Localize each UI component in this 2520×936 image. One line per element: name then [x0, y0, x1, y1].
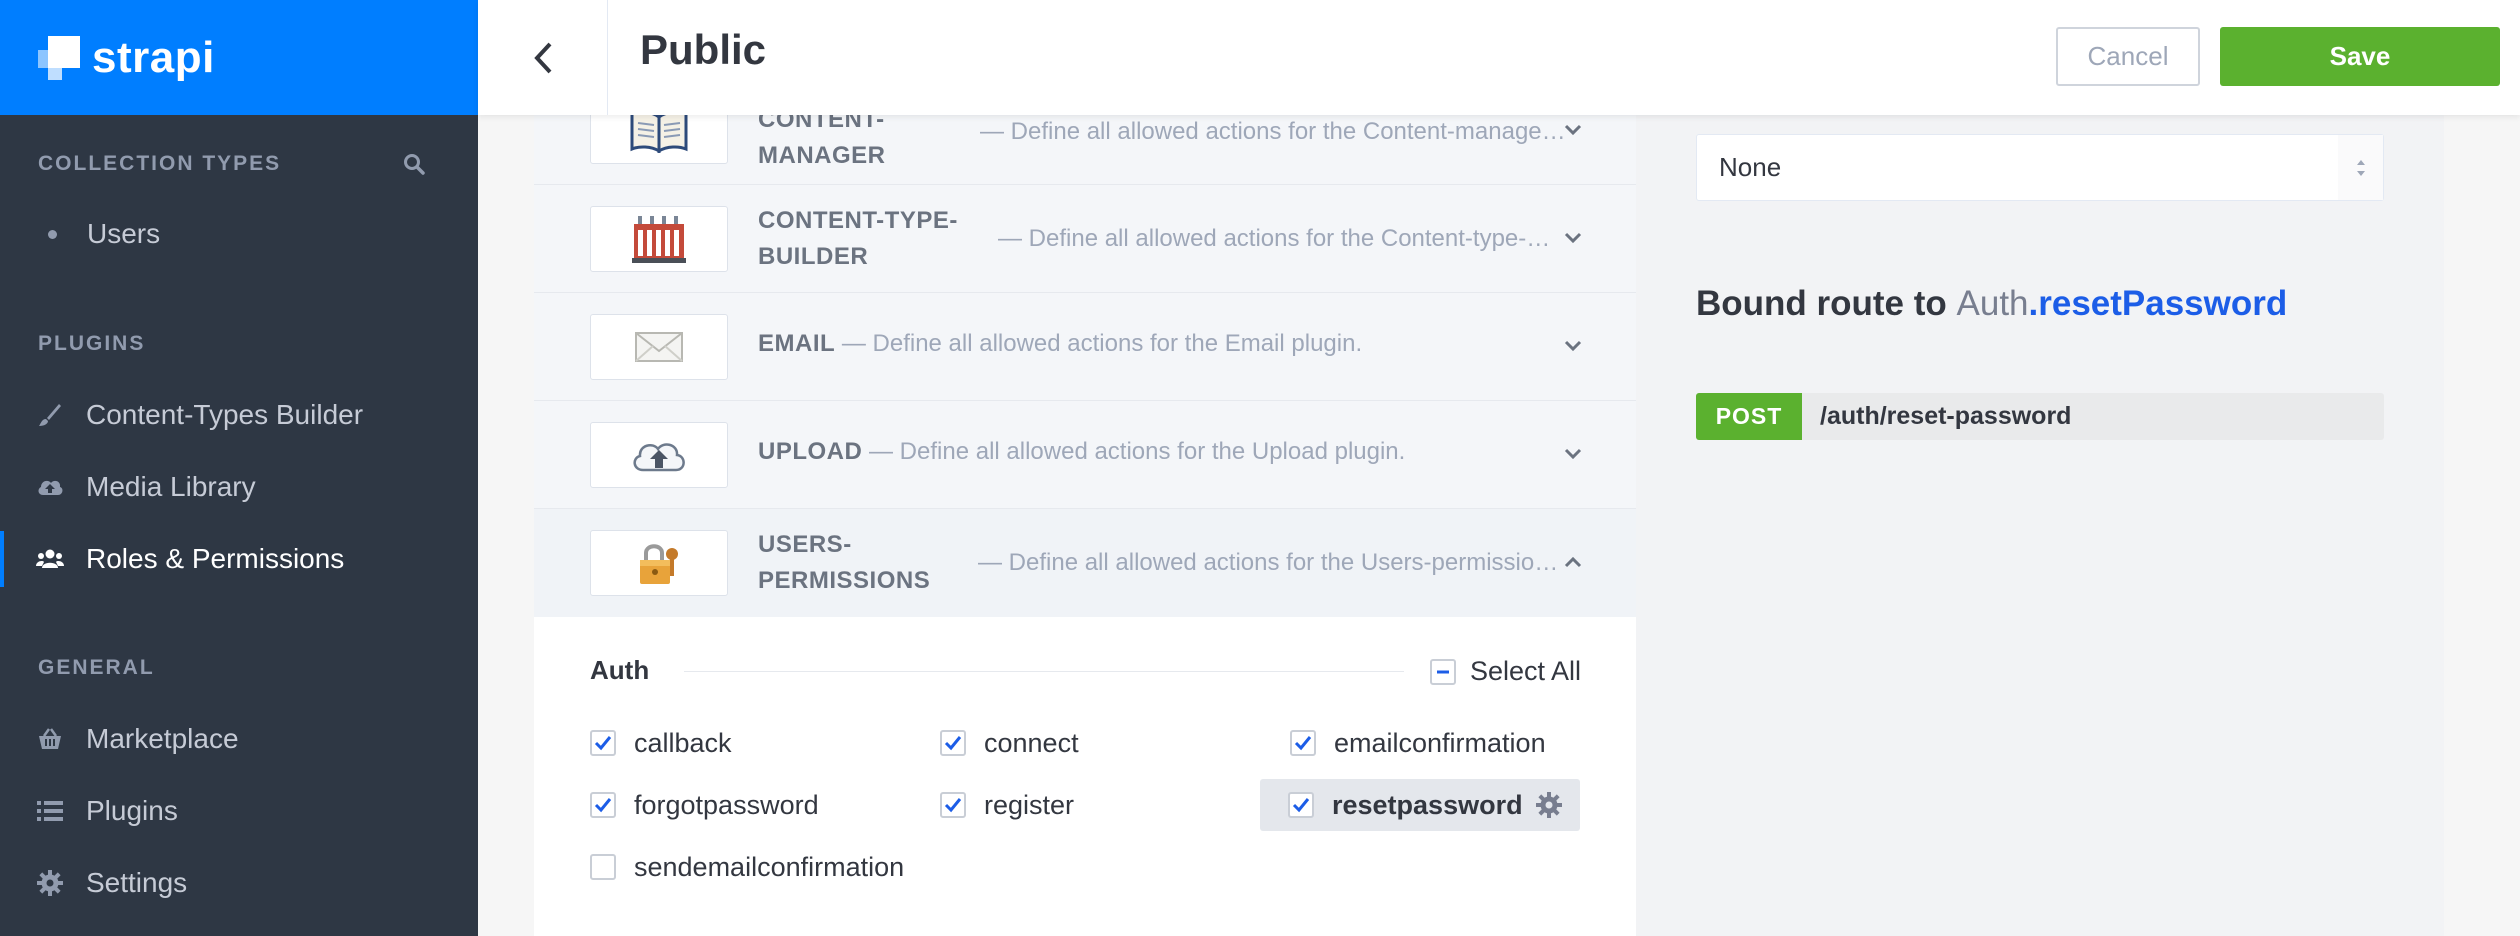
- sidebar-item-media-library[interactable]: Media Library: [0, 459, 478, 515]
- select-arrows-icon: [2338, 135, 2383, 200]
- search-icon[interactable]: [402, 152, 426, 176]
- permission-checkbox-register[interactable]: register: [940, 779, 1074, 831]
- unchecked-box-icon: [590, 854, 616, 880]
- plugin-description: — Define all allowed actions for the Use…: [978, 549, 1559, 576]
- plugin-row-upload[interactable]: UPLOAD — Define all allowed actions for …: [534, 401, 1636, 509]
- sidebar-item-label: Marketplace: [86, 723, 239, 754]
- plugin-name: UPLOAD: [758, 438, 863, 465]
- gear-icon: [36, 869, 64, 897]
- route-path: /auth/reset-password: [1820, 402, 2072, 430]
- plugin-row-users-permissions[interactable]: USERS- PERMISSIONS — Define all allowed a…: [534, 509, 1636, 617]
- plugin-name: CONTENT-TYPE- BUILDER: [758, 207, 958, 270]
- sidebar-item-roles-permissions[interactable]: Roles & Permissions: [0, 531, 478, 587]
- sidebar-item-label: Media Library: [86, 471, 256, 502]
- checkmark-icon: [590, 730, 616, 756]
- brush-icon: [36, 401, 64, 429]
- cloud-upload-icon: [590, 422, 728, 488]
- bound-route-controller: Auth: [1956, 284, 2029, 323]
- sidebar-item-plugins[interactable]: Plugins: [0, 783, 478, 839]
- sidebar-item-label: Users: [87, 218, 161, 249]
- sidebar-item-settings[interactable]: Settings: [0, 855, 478, 911]
- basket-icon: [36, 725, 64, 753]
- back-button[interactable]: [478, 0, 608, 115]
- factory-icon: [590, 206, 728, 272]
- plugin-description: — Define all allowed actions for the Con…: [980, 118, 1566, 145]
- chevron-up-icon: [1564, 556, 1582, 568]
- sidebar-item-label: Settings: [86, 867, 188, 898]
- envelope-icon: [590, 314, 728, 380]
- select-all-checkbox[interactable]: Select All: [1430, 656, 1581, 687]
- permission-checkbox-connect[interactable]: connect: [940, 717, 1079, 769]
- permission-checkbox-sendemailconfirmation[interactable]: sendemailconfirmation: [590, 841, 904, 893]
- sidebar-item-users[interactable]: Users: [0, 206, 478, 262]
- plugin-description: — Define all allowed actions for the Con…: [998, 225, 1551, 252]
- plugin-header: EMAIL — Define all allowed actions for t…: [758, 330, 1362, 358]
- chevron-left-icon: [533, 42, 551, 73]
- permission-checkbox-forgotpassword[interactable]: forgotpassword: [590, 779, 819, 831]
- permissions-panel: CONTENT- MANAGER — Define all allowed act…: [534, 77, 1636, 936]
- plugin-name: EMAIL: [758, 330, 836, 357]
- indeterminate-checkbox-icon: [1430, 658, 1456, 685]
- plugin-description: — Define all allowed actions for the Upl…: [869, 438, 1406, 465]
- plugin-row-email[interactable]: EMAIL — Define all allowed actions for t…: [534, 293, 1636, 401]
- chevron-down-icon: [1564, 124, 1582, 136]
- plugin-header: UPLOAD — Define all allowed actions for …: [758, 438, 1405, 466]
- select-all-label: Select All: [1470, 656, 1582, 686]
- chevron-down-icon: [1564, 232, 1582, 244]
- section-divider: [684, 671, 1404, 672]
- sidebar: strapi COLLECTION TYPES Users PLUGINS Co…: [0, 0, 478, 936]
- bullet-icon: [48, 229, 57, 239]
- policy-select[interactable]: None: [1696, 134, 2384, 201]
- policy-panel: [1636, 115, 2444, 936]
- users-icon: [36, 545, 64, 573]
- padlock-icon: [590, 530, 728, 596]
- plugins-heading: PLUGINS: [38, 332, 146, 355]
- plugin-name: USERS- PERMISSIONS: [758, 531, 931, 594]
- sidebar-item-content-types-builder[interactable]: Content-Types Builder: [0, 387, 478, 443]
- permission-checkbox-emailconfirmation[interactable]: emailconfirmation: [1290, 717, 1546, 769]
- list-icon: [36, 797, 64, 825]
- brand-name: strapi: [92, 32, 215, 82]
- bound-route-action: .resetPassword: [2028, 284, 2288, 323]
- bound-route-heading: Bound route to Auth.resetPassword: [1696, 284, 2287, 324]
- collection-types-heading: COLLECTION TYPES: [38, 152, 282, 175]
- checkmark-icon: [940, 730, 966, 756]
- checkmark-icon: [590, 792, 616, 818]
- sidebar-item-label: Roles & Permissions: [86, 543, 345, 574]
- sidebar-item-label: Plugins: [86, 795, 178, 826]
- policy-select-value: None: [1719, 152, 1782, 182]
- http-method-badge: POST: [1696, 393, 1802, 440]
- plugin-row-content-type-builder[interactable]: CONTENT-TYPE- BUILDER — Define all allowe…: [534, 185, 1636, 293]
- chevron-down-icon: [1564, 448, 1582, 460]
- top-header: Public Cancel Save: [478, 0, 2520, 115]
- gear-icon[interactable]: [1536, 792, 1562, 823]
- permission-checkbox-resetpassword[interactable]: resetpassword: [1260, 779, 1580, 831]
- route-display: POST /auth/reset-password: [1696, 393, 2384, 440]
- permission-checkbox-callback[interactable]: callback: [590, 717, 732, 769]
- cloud-upload-icon: [36, 473, 64, 501]
- bound-route-prefix: Bound route to: [1696, 284, 1957, 323]
- chevron-down-icon: [1564, 340, 1582, 352]
- brand-logo[interactable]: strapi: [0, 0, 478, 115]
- strapi-logo-icon: [38, 35, 80, 80]
- cancel-button[interactable]: Cancel: [2056, 27, 2200, 86]
- plugin-description: — Define all allowed actions for the Ema…: [841, 330, 1363, 357]
- auth-section-title: Auth: [590, 655, 650, 685]
- sidebar-item-label: Content-Types Builder: [86, 399, 364, 430]
- page-title: Public: [640, 26, 767, 73]
- save-button[interactable]: Save: [2220, 27, 2500, 86]
- sidebar-item-marketplace[interactable]: Marketplace: [0, 711, 478, 767]
- checkmark-icon: [1290, 730, 1316, 756]
- checkmark-icon: [1288, 792, 1314, 818]
- checkmark-icon: [940, 792, 966, 818]
- general-heading: GENERAL: [38, 656, 155, 679]
